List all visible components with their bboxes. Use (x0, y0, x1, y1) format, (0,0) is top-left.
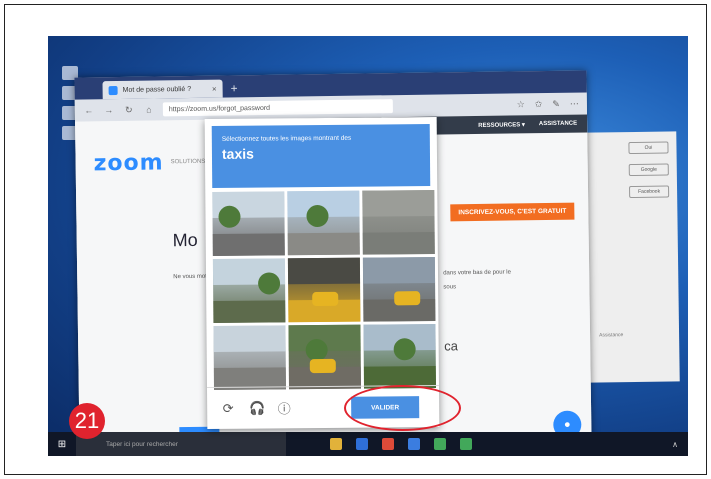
tile-ground (362, 231, 435, 255)
captcha-tile[interactable] (212, 258, 286, 323)
captcha-tile[interactable] (212, 191, 285, 256)
tile-sky (362, 257, 436, 284)
headphones-icon[interactable]: 🎧 (249, 400, 265, 416)
back-icon[interactable]: ← (83, 105, 95, 115)
favorites-list-icon[interactable]: ✩ (535, 99, 543, 110)
tile-tree (393, 338, 416, 361)
tile-tree (257, 272, 281, 295)
captcha-target: taxis (221, 145, 254, 162)
notes-icon[interactable]: ✎ (552, 98, 560, 109)
start-icon[interactable]: ⊞ (48, 439, 76, 450)
tile-tree (218, 205, 241, 228)
tile-ground (212, 232, 285, 256)
page-description-right: dans votre bas de pour le sous (443, 269, 511, 291)
captcha-instruction: Sélectionnez toutes les images montrant … (221, 134, 352, 143)
taskbar-app-icon[interactable] (356, 438, 368, 450)
step-number-badge: 21 (69, 403, 105, 439)
tile-taxi (309, 358, 336, 374)
taskbar-apps (330, 438, 472, 450)
signup-button[interactable]: INSCRIVEZ-VOUS, C'EST GRATUIT (450, 202, 575, 222)
captcha-tile[interactable] (287, 257, 361, 323)
captcha-tile[interactable] (362, 257, 436, 322)
background-window-button[interactable]: Oui (628, 141, 669, 155)
browser-tab[interactable]: Mot de passe oublié ? × (102, 79, 223, 100)
tile-sky (213, 325, 286, 352)
tray-chevron-icon[interactable]: ∧ (672, 440, 678, 449)
background-window-text: Assistance (599, 332, 624, 339)
new-tab-button[interactable]: + (230, 81, 237, 97)
taskbar-app-icon[interactable] (382, 438, 394, 450)
captcha-dialog: Sélectionnez toutes les images montrant … (204, 116, 440, 430)
captcha-tile[interactable] (288, 324, 362, 390)
captcha-image-grid (212, 190, 437, 390)
captcha-tile[interactable] (287, 190, 360, 256)
nav-resources[interactable]: RESSOURCES ▾ (478, 121, 525, 129)
tile-taxi (394, 291, 421, 306)
captcha-label-fragment: ca (444, 338, 459, 354)
info-icon[interactable]: ⓘ (277, 398, 291, 417)
taskbar-app-icon[interactable] (408, 438, 420, 450)
tile-tree (305, 338, 328, 362)
tab-close-icon[interactable]: × (212, 84, 217, 93)
zoom-favicon-icon (108, 85, 118, 95)
taskbar-app-icon[interactable] (434, 438, 446, 450)
page-title: Mo (172, 229, 198, 251)
zoom-logo[interactable]: zoom (93, 150, 163, 176)
highlight-ring (344, 385, 461, 431)
tile-sky (362, 190, 435, 217)
taskbar-search[interactable]: Taper ici pour rechercher (76, 432, 286, 456)
tile-taxi (312, 291, 339, 307)
tile-sky (287, 257, 361, 284)
background-window: Oui Google Facebook Assistance (586, 131, 680, 383)
tile-tree (306, 204, 329, 228)
captcha-tile[interactable] (363, 324, 437, 389)
tile-ground (287, 232, 360, 256)
photo-frame: Oui Google Facebook Assistance Mot de pa… (4, 4, 707, 475)
taskbar-app-icon[interactable] (460, 438, 472, 450)
nav-solutions[interactable]: SOLUTIONS (171, 159, 206, 165)
favorite-icon[interactable]: ☆ (517, 99, 525, 110)
nav-support[interactable]: ASSISTANCE (539, 121, 577, 128)
refresh-icon[interactable]: ↻ (123, 104, 135, 115)
background-window-button[interactable]: Google (628, 163, 669, 177)
captcha-header: Sélectionnez toutes les images montrant … (211, 124, 431, 188)
captcha-tile[interactable] (213, 325, 287, 390)
tab-title: Mot de passe oublié ? (122, 85, 192, 94)
home-icon[interactable]: ⌂ (143, 104, 155, 115)
url-field[interactable]: https://zoom.us/forgot_password (162, 99, 393, 117)
taskbar: ⊞ Taper ici pour rechercher ∧ (48, 432, 688, 456)
more-menu-icon[interactable]: ⋯ (570, 98, 579, 109)
captcha-tile[interactable] (362, 190, 435, 255)
forward-icon[interactable]: → (103, 105, 115, 115)
background-window-button[interactable]: Facebook (629, 185, 670, 199)
tile-ground (213, 299, 286, 323)
browser-toolbar: ☆ ✩ ✎ ⋯ (517, 98, 579, 110)
taskbar-app-icon[interactable] (330, 438, 342, 450)
reload-icon[interactable]: ⟳ (221, 400, 235, 416)
